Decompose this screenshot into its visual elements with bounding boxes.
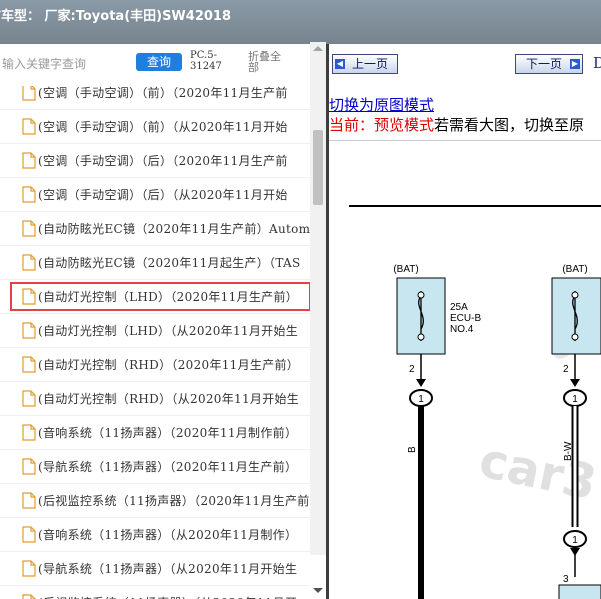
tree-item[interactable]: (后视监控系统（11扬声器）（2020年11月生产前 — [0, 484, 310, 518]
tree-item[interactable]: (导航系统（11扬声器）（2020年11月生产前） — [0, 450, 310, 484]
tree-item-label: (自动灯光控制（LHD）（从2020年11月开始生 — [38, 324, 299, 338]
tree-item[interactable]: (音响系统（11扬声器）（2020年11月制作前） — [0, 416, 310, 450]
tree-item[interactable]: (空调（手动空调）（前）（从2020年11月开始 — [0, 110, 310, 144]
tree-item-label: (自动防眩光EC镜（2020年11月生产前）Autom — [38, 222, 310, 236]
arrow-left-icon: ◀ — [335, 59, 345, 69]
tree-item[interactable]: (音响系统（11扬声器）（从2020年11月制作） — [0, 518, 310, 552]
current-mode-prefix: 当前： — [329, 116, 375, 134]
wiring-diagram: car3 ca (BAT) 25A ECU-B NO.4 2 1 B (BAT) — [329, 140, 601, 599]
document-icon — [22, 492, 36, 509]
prev-page-button[interactable]: ◀ 上一页 — [332, 54, 398, 74]
document-icon — [22, 322, 36, 339]
tree-item-label: (空调（手动空调）（后）（2020年11月生产前 — [38, 154, 288, 168]
document-icon — [22, 220, 36, 237]
current-mode-hint: 若需看大图，切换至原 — [434, 116, 585, 134]
right-pane: ◀ 上一页 下一页 ▶ D 切换为原图模式 当前：预览模式若需看大图，切换至原 … — [329, 44, 601, 599]
bottom-component-box — [558, 584, 601, 599]
tree-item[interactable]: (自动灯光控制（LHD）（从2020年11月开始生 — [0, 314, 310, 348]
document-icon — [22, 458, 36, 475]
next-page-label: 下一页 — [525, 57, 562, 71]
window-title: 前车型： 厂家:Toyota(丰田)SW42018 — [0, 9, 232, 24]
arrow-right-icon: ▶ — [570, 59, 580, 69]
bottom-pin-label: 3 — [563, 574, 569, 585]
tree-item[interactable]: (空调（手动空调）（后）（从2020年11月开始 — [0, 178, 310, 212]
document-icon — [22, 86, 36, 101]
document-icon — [22, 254, 36, 271]
tree-item[interactable]: (后视监控系统（11扬声器）（从2020年11月开 — [0, 586, 310, 599]
wiring-diagram-svg: car3 ca (BAT) 25A ECU-B NO.4 2 1 B (BAT) — [349, 205, 601, 599]
scroll-up-arrow-icon[interactable] — [313, 46, 323, 51]
tree-item[interactable]: (自动防眩光EC镜（2020年11月起生产）（TAS — [0, 246, 310, 280]
current-mode-line: 当前：预览模式若需看大图，切换至原 — [329, 114, 584, 135]
tree-item-label: (空调（手动空调）（前）（2020年11月生产前 — [38, 86, 288, 100]
document-icon — [22, 186, 36, 203]
tree-item-label: (自动灯光控制（RHD）（从2020年11月开始生 — [38, 392, 300, 406]
prev-page-label: 上一页 — [351, 57, 388, 71]
tree-item[interactable]: (自动灯光控制（RHD）（从2020年11月开始生 — [0, 382, 310, 416]
document-icon — [22, 526, 36, 543]
left-pane: 查询 PC.5-31247 折叠全部 (空调（手动空调）（前）（2020年11月… — [0, 44, 326, 599]
tree-item-label: (后视监控系统（11扬声器）（从2020年11月开 — [38, 594, 297, 599]
tree-item-label: (自动灯光控制（RHD）（2020年11月生产前） — [38, 358, 300, 372]
right-connector-2-label: 1 — [572, 535, 578, 546]
fuse-number-label: NO.4 — [450, 324, 474, 335]
collapse-all-button[interactable]: 折叠全部 — [248, 51, 288, 73]
tree-item-label: (音响系统（11扬声器）（从2020年11月制作） — [38, 528, 298, 542]
left-source-label: (BAT) — [393, 264, 418, 275]
tree-item[interactable]: (空调（手动空调）（前）（2020年11月生产前 — [0, 86, 310, 110]
tree-scroll-thumb[interactable] — [313, 130, 323, 205]
search-input[interactable] — [0, 54, 130, 74]
tree-item-label: (音响系统（11扬声器）（2020年11月制作前） — [38, 426, 298, 440]
next-page-button[interactable]: 下一页 ▶ — [515, 54, 583, 74]
tree-item[interactable]: (自动灯光控制（LHD）（2020年11月生产前） — [0, 280, 310, 314]
right-connector-label: 1 — [572, 394, 578, 405]
scroll-down-arrow-icon[interactable] — [313, 588, 323, 593]
document-icon — [22, 424, 36, 441]
tree-item[interactable]: (自动防眩光EC镜（2020年11月生产前）Autom — [0, 212, 310, 246]
document-tree: (空调（手动空调）（前）（2020年11月生产前 (空调（手动空调）（前）（从20… — [0, 86, 310, 599]
tree-item[interactable]: (空调（手动空调）（后）（2020年11月生产前 — [0, 144, 310, 178]
right-pin-label: 2 — [563, 364, 569, 375]
fuse-name-label: ECU-B — [450, 313, 481, 324]
left-pin-label: 2 — [409, 364, 415, 375]
document-tree-list: (空调（手动空调）（前）（2020年11月生产前 (空调（手动空调）（前）（从20… — [0, 86, 310, 599]
document-icon — [22, 390, 36, 407]
tree-item-label: (自动灯光控制（LHD）（2020年11月生产前） — [38, 290, 299, 304]
document-icon — [22, 356, 36, 373]
document-icon — [22, 288, 36, 305]
right-wire-label: B-W — [563, 441, 574, 461]
document-icon — [22, 152, 36, 169]
left-connector-label: 1 — [418, 394, 424, 405]
document-icon — [22, 594, 36, 599]
page-nav-bar: ◀ 上一页 下一页 ▶ D — [329, 44, 601, 86]
tree-item-label: (空调（手动空调）（前）（从2020年11月开始 — [38, 120, 288, 134]
tree-item[interactable]: (导航系统（11扬声器）（从2020年11月开始生 — [0, 552, 310, 586]
fuse-rating-label: 25A — [450, 302, 468, 313]
tree-item-label: (自动防眩光EC镜（2020年11月起生产）（TAS — [38, 256, 301, 270]
watermark-text: car3 — [474, 432, 601, 511]
window-title-bar: 前车型： 厂家:Toyota(丰田)SW42018 — [0, 0, 601, 44]
tree-scrollbar[interactable] — [310, 42, 326, 555]
left-wire-label: B — [407, 446, 418, 453]
tree-item-label: (空调（手动空调）（后）（从2020年11月开始 — [38, 188, 288, 202]
search-toolbar: 查询 PC.5-31247 折叠全部 — [0, 44, 326, 86]
switch-to-original-mode-link[interactable]: 切换为原图模式 — [329, 94, 434, 115]
tree-item-label: (导航系统（11扬声器）（从2020年11月开始生 — [38, 562, 298, 576]
right-source-label: (BAT) — [562, 264, 587, 275]
nav-edge-glyph: D — [593, 54, 601, 72]
tree-item-label: (导航系统（11扬声器）（2020年11月生产前） — [38, 460, 298, 474]
tree-item[interactable]: (自动灯光控制（RHD）（2020年11月生产前） — [0, 348, 310, 382]
document-icon — [22, 560, 36, 577]
current-mode-value: 预览模式 — [374, 116, 435, 134]
tree-item-label: (后视监控系统（11扬声器）（2020年11月生产前 — [38, 494, 310, 508]
search-button[interactable]: 查询 — [136, 53, 182, 71]
document-icon — [22, 118, 36, 135]
pc-label: PC.5-31247 — [190, 50, 222, 72]
